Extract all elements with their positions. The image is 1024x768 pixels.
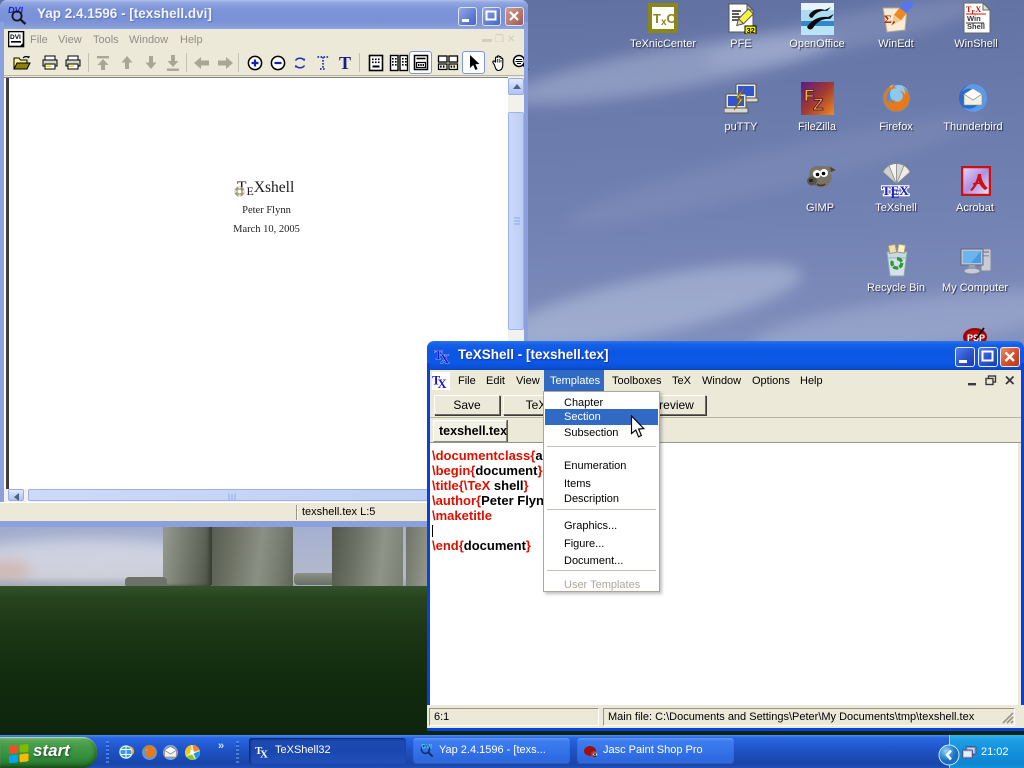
svg-text:Z: Z <box>813 95 823 114</box>
svg-text:DVI: DVI <box>10 34 21 41</box>
svg-text:X: X <box>440 351 450 365</box>
svg-text:Σ: Σ <box>884 12 892 26</box>
svg-text:TEX: TEX <box>882 183 909 199</box>
svg-text:DVI: DVI <box>421 744 432 751</box>
svg-text:T: T <box>339 53 351 73</box>
svg-text:32: 32 <box>747 26 755 34</box>
svg-text:X: X <box>438 377 447 390</box>
svg-text:X: X <box>260 748 268 759</box>
